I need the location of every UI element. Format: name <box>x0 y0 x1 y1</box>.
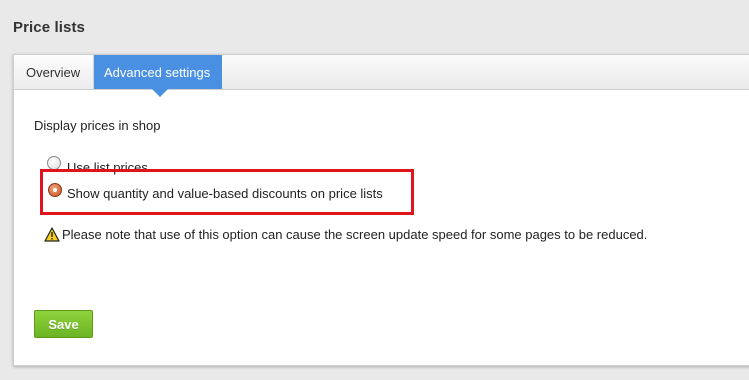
page-title: Price lists <box>13 19 85 36</box>
section-label: Display prices in shop <box>34 118 161 133</box>
option-use-list-prices[interactable]: Use list prices <box>47 156 347 175</box>
warning-note: Please note that use of this option can … <box>44 227 647 245</box>
settings-panel: Overview Advanced settings Display price… <box>13 54 749 366</box>
warning-icon <box>44 227 60 245</box>
tab-overview[interactable]: Overview <box>14 55 94 89</box>
radio-unselected-icon[interactable] <box>47 156 61 170</box>
option-label: Show quantity and value-based discounts … <box>67 186 383 201</box>
tab-advanced-settings[interactable]: Advanced settings <box>94 55 222 97</box>
radio-selected-icon[interactable] <box>48 183 62 197</box>
option-label: Use list prices <box>67 160 148 175</box>
tab-bar: Overview Advanced settings <box>14 55 749 97</box>
save-button[interactable]: Save <box>34 310 93 338</box>
option-show-discounts[interactable]: Show quantity and value-based discounts … <box>47 183 407 201</box>
warning-text: Please note that use of this option can … <box>62 227 648 242</box>
